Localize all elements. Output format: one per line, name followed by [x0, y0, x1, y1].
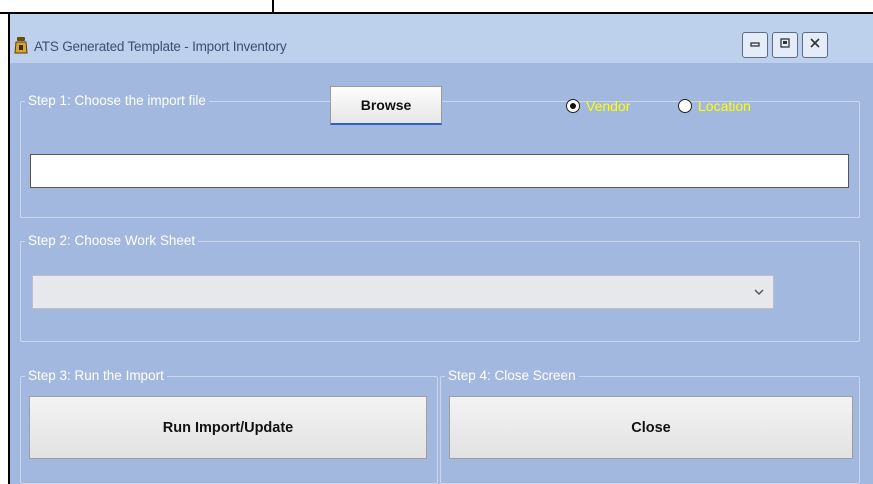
close-button[interactable]: Close [449, 396, 853, 459]
step1-label: Step 1: Choose the import file [25, 93, 209, 108]
run-import-button[interactable]: Run Import/Update [29, 396, 427, 459]
worksheet-dropdown[interactable] [32, 275, 774, 309]
radio-location-label: Location [698, 98, 751, 114]
radio-location[interactable]: Location [678, 98, 751, 114]
radio-selected-dot [570, 103, 576, 109]
step3-label: Step 3: Run the Import [25, 368, 167, 383]
maximize-button[interactable] [772, 32, 798, 58]
close-window-button[interactable] [802, 32, 828, 58]
step4-label: Step 4: Close Screen [445, 368, 579, 383]
minimize-button[interactable] [742, 32, 768, 58]
radio-vendor-circle[interactable] [566, 99, 580, 113]
minimize-icon [749, 36, 761, 54]
close-icon [809, 36, 821, 54]
step2-label: Step 2: Choose Work Sheet [25, 233, 199, 248]
window-title: ATS Generated Template - Import Inventor… [34, 39, 287, 54]
radio-vendor-label: Vendor [586, 98, 631, 114]
radio-location-circle[interactable] [678, 99, 692, 113]
file-path-input[interactable] [30, 154, 849, 188]
title-bar: ATS Generated Template - Import Inventor… [10, 14, 873, 63]
maximize-icon [779, 36, 791, 54]
app-window: ATS Generated Template - Import Inventor… [8, 12, 873, 484]
chevron-down-icon[interactable] [745, 288, 773, 296]
browse-button[interactable]: Browse [330, 86, 442, 125]
app-icon [14, 36, 28, 54]
radio-vendor[interactable]: Vendor [566, 98, 630, 114]
